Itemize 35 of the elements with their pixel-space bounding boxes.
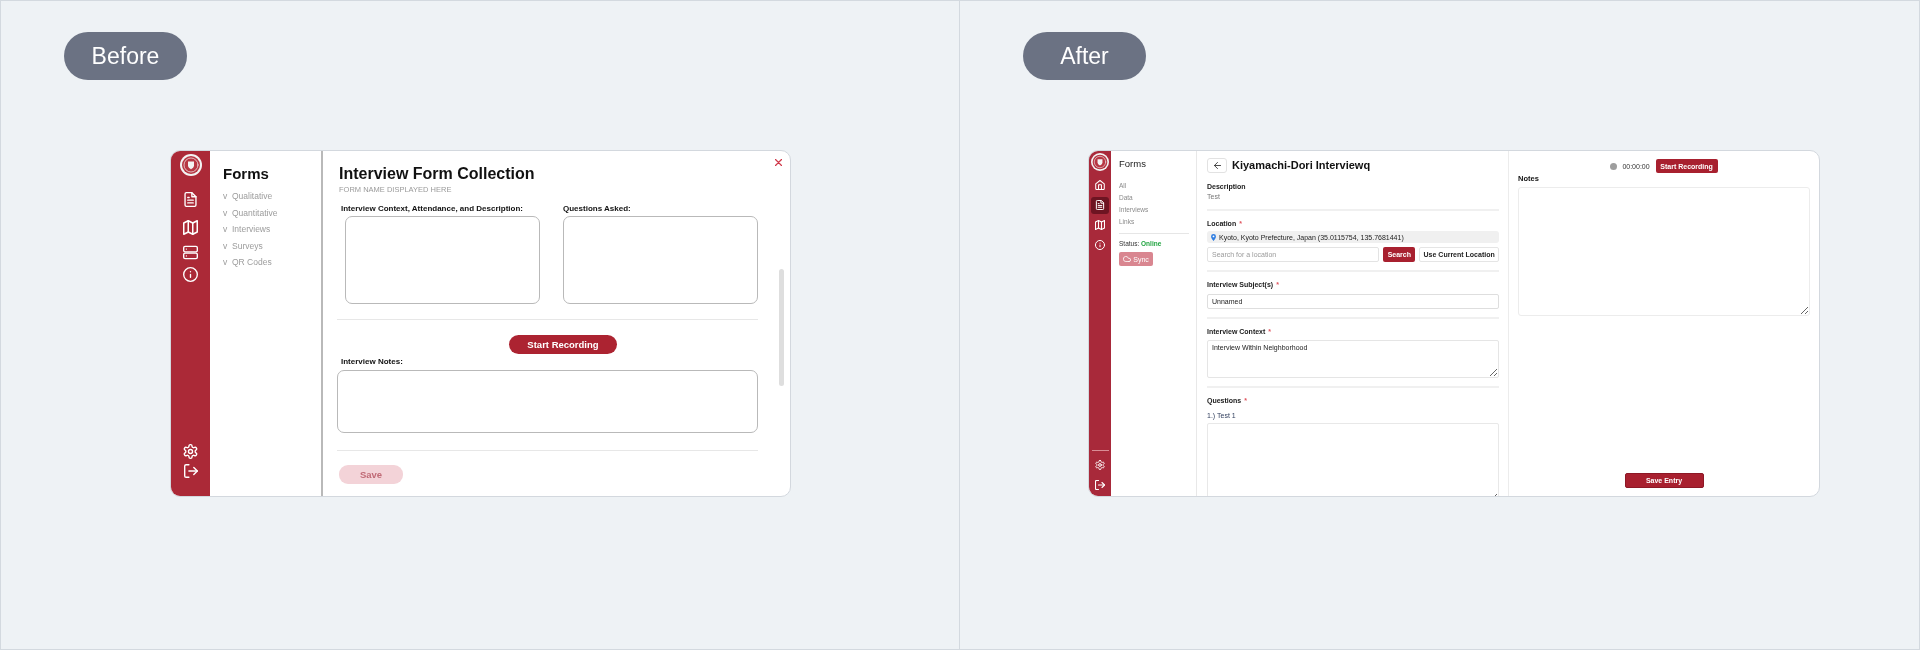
settings-icon[interactable]: [183, 444, 198, 459]
emblem-icon: [179, 154, 202, 176]
field-label: Interview Notes:: [341, 357, 403, 367]
version-tag: After: [1023, 32, 1146, 80]
category-item[interactable]: v Interviews: [223, 221, 271, 238]
scrollbar-thumb[interactable]: [779, 269, 784, 386]
document-icon[interactable]: [1091, 196, 1109, 214]
version-tag: Before: [64, 32, 187, 80]
form-title: Kiyamachi-Dori Interviewq: [1232, 158, 1371, 173]
field-label: Interview Context, Attendance, and Description:: [341, 204, 523, 214]
start-recording-button[interactable]: Start Recording: [509, 335, 617, 354]
back-button[interactable]: [1207, 158, 1227, 173]
home-icon[interactable]: [1095, 180, 1105, 190]
sidebar-title: Forms: [1119, 158, 1146, 170]
info-icon[interactable]: [1095, 240, 1105, 250]
server-icon[interactable]: [183, 245, 198, 260]
map-icon[interactable]: [1095, 220, 1105, 230]
emblem-icon: [1091, 153, 1109, 171]
arrow-left-icon: [1213, 162, 1221, 169]
map-icon[interactable]: [183, 220, 198, 235]
logout-icon[interactable]: [1095, 480, 1105, 490]
map-pin-icon: [1211, 233, 1216, 241]
sidebar-title: Forms: [223, 165, 269, 183]
category-item[interactable]: v Quantitative: [223, 204, 278, 222]
category-item[interactable]: v Surveys: [223, 237, 263, 255]
settings-icon[interactable]: [1095, 460, 1105, 470]
document-icon[interactable]: [183, 192, 198, 207]
field-label: Questions Asked:: [563, 204, 631, 214]
category-item[interactable]: v Qualitative: [223, 188, 273, 205]
info-icon[interactable]: [183, 267, 198, 282]
cloud-icon: [1123, 256, 1132, 262]
close-icon[interactable]: [775, 159, 782, 166]
form-title: Interview Form Collection: [339, 164, 535, 184]
logout-icon[interactable]: [183, 464, 198, 478]
category-item[interactable]: v QR Codes: [223, 254, 272, 271]
